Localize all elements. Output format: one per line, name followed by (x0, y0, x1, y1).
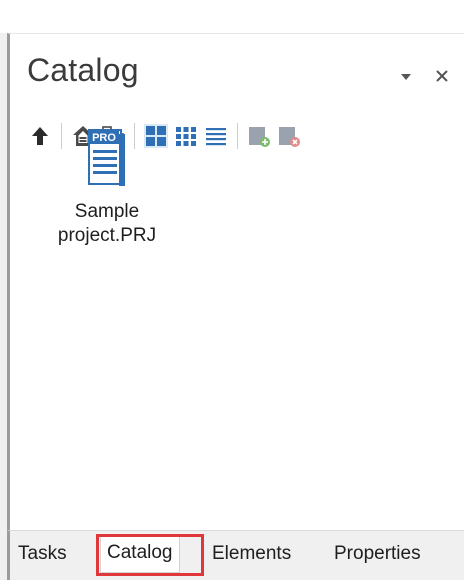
window-top-area (0, 0, 464, 33)
tab-elements[interactable]: Elements (212, 543, 291, 565)
toolbar-separator (237, 123, 238, 149)
panel-title-controls (398, 68, 450, 84)
list-view-button[interactable] (201, 121, 231, 151)
catalog-item-label: Sample project.PRJ (57, 201, 157, 246)
add-item-icon (249, 127, 270, 147)
catalog-item[interactable]: PRO Sample project.PRJ (42, 128, 172, 248)
small-icons-view-icon (176, 127, 196, 146)
tab-tasks[interactable]: Tasks (18, 543, 67, 565)
tab-catalog[interactable]: Catalog (100, 534, 180, 573)
remove-item-icon (279, 127, 300, 147)
project-file-icon: PRO (88, 129, 125, 186)
catalog-panel: Catalog (7, 33, 464, 580)
small-icons-view-button[interactable] (171, 121, 201, 151)
chevron-down-icon[interactable] (398, 68, 414, 84)
add-item-button[interactable] (244, 121, 274, 151)
close-icon[interactable] (434, 68, 450, 84)
list-view-icon (206, 128, 226, 146)
bottom-tab-bar: Tasks Catalog Elements Properties (7, 530, 464, 580)
file-badge-text: PRO (92, 132, 116, 144)
remove-item-button[interactable] (274, 121, 304, 151)
panel-title: Catalog (27, 52, 139, 88)
left-dock-edge (0, 33, 7, 580)
tab-properties[interactable]: Properties (334, 543, 421, 565)
